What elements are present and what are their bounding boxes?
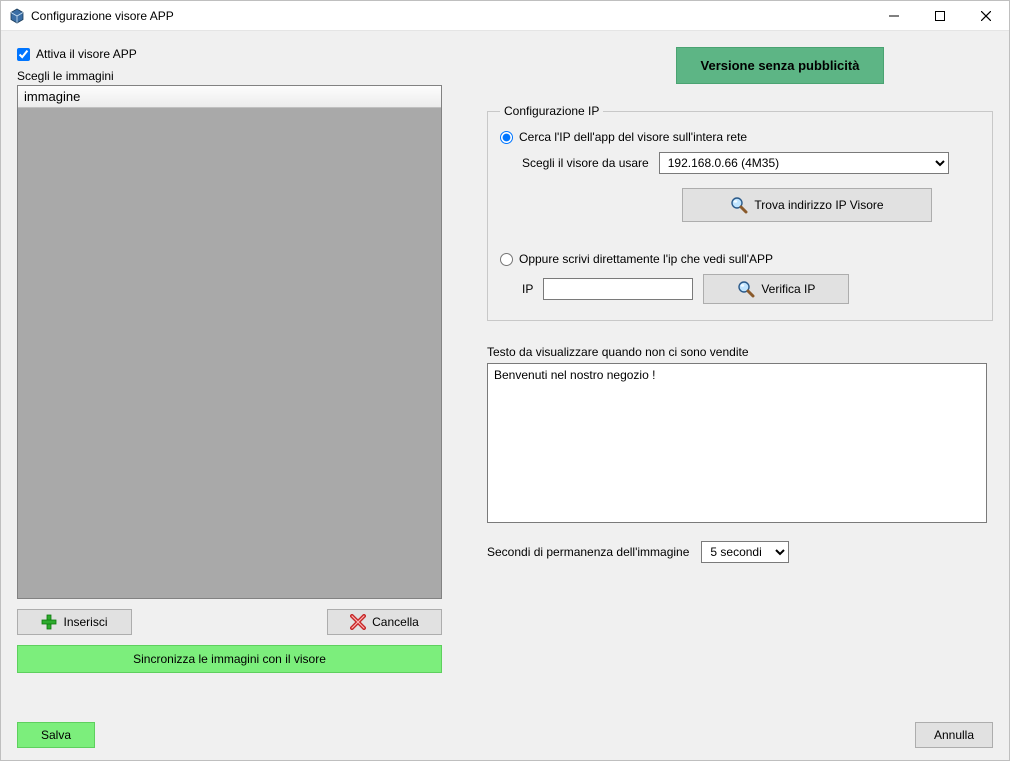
ip-field-label: IP: [522, 282, 533, 296]
ip-direct-radio[interactable]: [500, 253, 513, 266]
right-panel: Versione senza pubblicità Configurazione…: [447, 47, 993, 563]
idle-text-label: Testo da visualizzare quando non ci sono…: [487, 345, 993, 359]
choose-visor-label: Scegli il visore da usare: [522, 156, 649, 170]
visor-select[interactable]: 192.168.0.66 (4M35): [659, 152, 949, 174]
ip-direct-label: Oppure scrivi direttamente l'ip che vedi…: [519, 252, 773, 266]
verify-ip-label: Verifica IP: [761, 282, 815, 296]
close-button[interactable]: [963, 1, 1009, 31]
images-column-header[interactable]: immagine: [18, 86, 441, 108]
ip-input[interactable]: [543, 278, 693, 300]
app-icon: [9, 8, 25, 24]
seconds-label: Secondi di permanenza dell'immagine: [487, 545, 689, 559]
ip-search-radio[interactable]: [500, 131, 513, 144]
search-icon: [737, 280, 755, 298]
delete-button[interactable]: Cancella: [327, 609, 442, 635]
cancel-button-label: Annulla: [934, 728, 974, 742]
delete-button-label: Cancella: [372, 615, 419, 629]
maximize-button[interactable]: [917, 1, 963, 31]
find-ip-label: Trova indirizzo IP Visore: [754, 198, 883, 212]
no-ads-label: Versione senza pubblicità: [701, 58, 860, 73]
cancel-button[interactable]: Annulla: [915, 722, 993, 748]
footer-bar: Salva Annulla: [17, 722, 993, 748]
window-title: Configurazione visore APP: [31, 9, 174, 23]
insert-button-label: Inserisci: [63, 615, 107, 629]
seconds-select[interactable]: 5 secondi: [701, 541, 789, 563]
activate-checkbox[interactable]: [17, 48, 30, 61]
save-button-label: Salva: [41, 728, 71, 742]
no-ads-banner[interactable]: Versione senza pubblicità: [676, 47, 885, 84]
verify-ip-button[interactable]: Verifica IP: [703, 274, 849, 304]
ip-search-label: Cerca l'IP dell'app del visore sull'inte…: [519, 130, 747, 144]
app-window: Configurazione visore APP Attiva il viso…: [0, 0, 1010, 761]
save-button[interactable]: Salva: [17, 722, 95, 748]
sync-button-label: Sincronizza le immagini con il visore: [133, 652, 326, 666]
x-icon: [350, 614, 366, 630]
search-icon: [730, 196, 748, 214]
plus-icon: [41, 614, 57, 630]
images-list-body[interactable]: [18, 108, 441, 598]
titlebar: Configurazione visore APP: [1, 1, 1009, 31]
minimize-button[interactable]: [871, 1, 917, 31]
insert-button[interactable]: Inserisci: [17, 609, 132, 635]
idle-text-input[interactable]: [487, 363, 987, 523]
sync-button[interactable]: Sincronizza le immagini con il visore: [17, 645, 442, 673]
client-area: Attiva il visore APP Scegli le immagini …: [1, 31, 1009, 760]
images-list[interactable]: immagine: [17, 85, 442, 599]
left-panel: Attiva il visore APP Scegli le immagini …: [17, 47, 447, 673]
ip-config-legend: Configurazione IP: [500, 104, 603, 118]
activate-label: Attiva il visore APP: [36, 47, 137, 61]
find-ip-button[interactable]: Trova indirizzo IP Visore: [682, 188, 932, 222]
images-label: Scegli le immagini: [17, 69, 447, 83]
ip-config-group: Configurazione IP Cerca l'IP dell'app de…: [487, 104, 993, 321]
